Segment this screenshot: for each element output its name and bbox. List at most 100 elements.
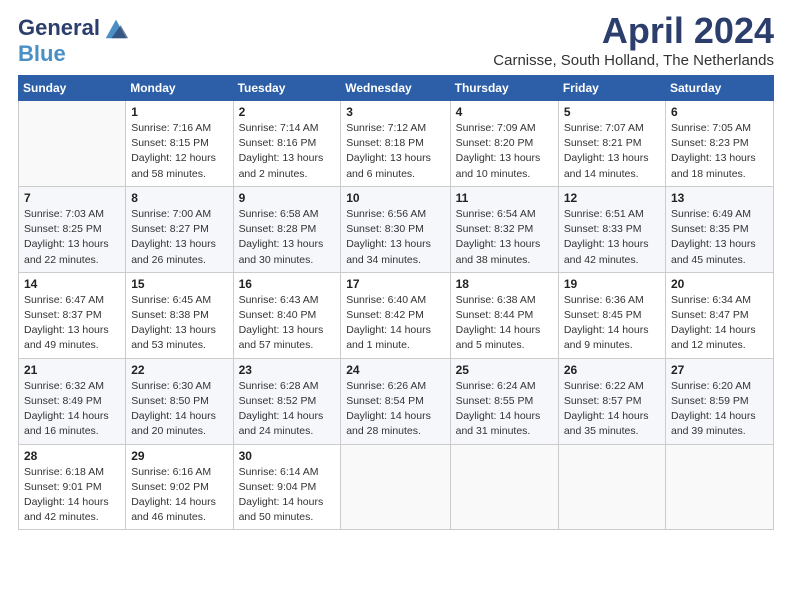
calendar-cell: 30 Sunrise: 6:14 AM Sunset: 9:04 PM Dayli…: [233, 444, 341, 530]
day-number: 21: [24, 363, 120, 377]
day-number: 30: [239, 449, 336, 463]
month-title: April 2024: [493, 10, 774, 52]
day-number: 22: [131, 363, 227, 377]
logo-icon: [102, 14, 130, 42]
weekday-header-saturday: Saturday: [666, 76, 774, 101]
day-number: 15: [131, 277, 227, 291]
day-number: 8: [131, 191, 227, 205]
calendar-cell: 3 Sunrise: 7:12 AM Sunset: 8:18 PM Daylig…: [341, 101, 450, 187]
weekday-header-monday: Monday: [126, 76, 233, 101]
calendar-cell: 7 Sunrise: 7:03 AM Sunset: 8:25 PM Daylig…: [19, 186, 126, 272]
day-number: 2: [239, 105, 336, 119]
calendar-cell: 27 Sunrise: 6:20 AM Sunset: 8:59 PM Dayli…: [666, 358, 774, 444]
day-number: 14: [24, 277, 120, 291]
day-number: 6: [671, 105, 768, 119]
header: General Blue April 2024 Carnisse, South …: [18, 10, 774, 69]
day-info: Sunrise: 6:58 AM Sunset: 8:28 PM Dayligh…: [239, 207, 336, 268]
day-info: Sunrise: 6:38 AM Sunset: 8:44 PM Dayligh…: [456, 293, 553, 354]
day-info: Sunrise: 6:16 AM Sunset: 9:02 PM Dayligh…: [131, 465, 227, 526]
day-info: Sunrise: 6:49 AM Sunset: 8:35 PM Dayligh…: [671, 207, 768, 268]
day-number: 23: [239, 363, 336, 377]
day-number: 18: [456, 277, 553, 291]
day-info: Sunrise: 6:34 AM Sunset: 8:47 PM Dayligh…: [671, 293, 768, 354]
calendar-cell: 16 Sunrise: 6:43 AM Sunset: 8:40 PM Dayli…: [233, 272, 341, 358]
day-number: 17: [346, 277, 444, 291]
day-info: Sunrise: 7:05 AM Sunset: 8:23 PM Dayligh…: [671, 121, 768, 182]
calendar-week-row: 14 Sunrise: 6:47 AM Sunset: 8:37 PM Dayli…: [19, 272, 774, 358]
calendar-header-row: SundayMondayTuesdayWednesdayThursdayFrid…: [19, 76, 774, 101]
calendar-week-row: 1 Sunrise: 7:16 AM Sunset: 8:15 PM Daylig…: [19, 101, 774, 187]
calendar-cell: [450, 444, 558, 530]
logo: General Blue: [18, 14, 130, 66]
calendar-cell: 8 Sunrise: 7:00 AM Sunset: 8:27 PM Daylig…: [126, 186, 233, 272]
day-info: Sunrise: 6:45 AM Sunset: 8:38 PM Dayligh…: [131, 293, 227, 354]
day-number: 1: [131, 105, 227, 119]
calendar-cell: 6 Sunrise: 7:05 AM Sunset: 8:23 PM Daylig…: [666, 101, 774, 187]
calendar-cell: 25Sunrise: 6:24 AM Sunset: 8:55 PM Dayli…: [450, 358, 558, 444]
calendar-cell: 1 Sunrise: 7:16 AM Sunset: 8:15 PM Daylig…: [126, 101, 233, 187]
calendar-cell: 5 Sunrise: 7:07 AM Sunset: 8:21 PM Daylig…: [558, 101, 665, 187]
calendar-cell: 23Sunrise: 6:28 AM Sunset: 8:52 PM Dayli…: [233, 358, 341, 444]
calendar-week-row: 21 Sunrise: 6:32 AM Sunset: 8:49 PM Dayli…: [19, 358, 774, 444]
day-info: Sunrise: 6:43 AM Sunset: 8:40 PM Dayligh…: [239, 293, 336, 354]
day-number: 26: [564, 363, 660, 377]
calendar-cell: 28Sunrise: 6:18 AM Sunset: 9:01 PM Dayli…: [19, 444, 126, 530]
day-number: 24: [346, 363, 444, 377]
day-info: Sunrise: 6:22 AM Sunset: 8:57 PM Dayligh…: [564, 379, 660, 440]
day-number: 7: [24, 191, 120, 205]
weekday-header-tuesday: Tuesday: [233, 76, 341, 101]
weekday-header-wednesday: Wednesday: [341, 76, 450, 101]
calendar-week-row: 28Sunrise: 6:18 AM Sunset: 9:01 PM Dayli…: [19, 444, 774, 530]
calendar-cell: 9Sunrise: 6:58 AM Sunset: 8:28 PM Daylig…: [233, 186, 341, 272]
calendar-cell: 4 Sunrise: 7:09 AM Sunset: 8:20 PM Daylig…: [450, 101, 558, 187]
weekday-header-friday: Friday: [558, 76, 665, 101]
day-number: 19: [564, 277, 660, 291]
day-info: Sunrise: 7:14 AM Sunset: 8:16 PM Dayligh…: [239, 121, 336, 182]
day-info: Sunrise: 6:32 AM Sunset: 8:49 PM Dayligh…: [24, 379, 120, 440]
day-info: Sunrise: 7:09 AM Sunset: 8:20 PM Dayligh…: [456, 121, 553, 182]
day-info: Sunrise: 7:00 AM Sunset: 8:27 PM Dayligh…: [131, 207, 227, 268]
day-number: 11: [456, 191, 553, 205]
day-info: Sunrise: 6:47 AM Sunset: 8:37 PM Dayligh…: [24, 293, 120, 354]
day-info: Sunrise: 6:26 AM Sunset: 8:54 PM Dayligh…: [346, 379, 444, 440]
day-number: 5: [564, 105, 660, 119]
calendar-cell: 10Sunrise: 6:56 AM Sunset: 8:30 PM Dayli…: [341, 186, 450, 272]
day-number: 3: [346, 105, 444, 119]
day-number: 29: [131, 449, 227, 463]
day-info: Sunrise: 6:54 AM Sunset: 8:32 PM Dayligh…: [456, 207, 553, 268]
calendar-cell: [558, 444, 665, 530]
calendar-cell: 12Sunrise: 6:51 AM Sunset: 8:33 PM Dayli…: [558, 186, 665, 272]
calendar-cell: 13 Sunrise: 6:49 AM Sunset: 8:35 PM Dayli…: [666, 186, 774, 272]
calendar: SundayMondayTuesdayWednesdayThursdayFrid…: [18, 75, 774, 530]
weekday-header-sunday: Sunday: [19, 76, 126, 101]
day-number: 4: [456, 105, 553, 119]
day-info: Sunrise: 7:12 AM Sunset: 8:18 PM Dayligh…: [346, 121, 444, 182]
day-number: 13: [671, 191, 768, 205]
calendar-cell: 19 Sunrise: 6:36 AM Sunset: 8:45 PM Dayli…: [558, 272, 665, 358]
calendar-cell: [19, 101, 126, 187]
day-number: 12: [564, 191, 660, 205]
calendar-cell: 21 Sunrise: 6:32 AM Sunset: 8:49 PM Dayli…: [19, 358, 126, 444]
calendar-cell: [341, 444, 450, 530]
calendar-cell: 15 Sunrise: 6:45 AM Sunset: 8:38 PM Dayli…: [126, 272, 233, 358]
calendar-cell: 22 Sunrise: 6:30 AM Sunset: 8:50 PM Dayli…: [126, 358, 233, 444]
day-info: Sunrise: 6:40 AM Sunset: 8:42 PM Dayligh…: [346, 293, 444, 354]
day-info: Sunrise: 6:14 AM Sunset: 9:04 PM Dayligh…: [239, 465, 336, 526]
weekday-header-thursday: Thursday: [450, 76, 558, 101]
calendar-cell: 24 Sunrise: 6:26 AM Sunset: 8:54 PM Dayli…: [341, 358, 450, 444]
day-number: 27: [671, 363, 768, 377]
day-info: Sunrise: 6:30 AM Sunset: 8:50 PM Dayligh…: [131, 379, 227, 440]
day-number: 16: [239, 277, 336, 291]
calendar-week-row: 7 Sunrise: 7:03 AM Sunset: 8:25 PM Daylig…: [19, 186, 774, 272]
day-info: Sunrise: 7:16 AM Sunset: 8:15 PM Dayligh…: [131, 121, 227, 182]
day-info: Sunrise: 6:20 AM Sunset: 8:59 PM Dayligh…: [671, 379, 768, 440]
day-info: Sunrise: 6:56 AM Sunset: 8:30 PM Dayligh…: [346, 207, 444, 268]
day-number: 28: [24, 449, 120, 463]
page: General Blue April 2024 Carnisse, South …: [0, 0, 792, 540]
calendar-cell: 29 Sunrise: 6:16 AM Sunset: 9:02 PM Dayli…: [126, 444, 233, 530]
day-info: Sunrise: 6:36 AM Sunset: 8:45 PM Dayligh…: [564, 293, 660, 354]
subtitle: Carnisse, South Holland, The Netherlands: [493, 52, 774, 69]
day-info: Sunrise: 6:24 AM Sunset: 8:55 PM Dayligh…: [456, 379, 553, 440]
day-info: Sunrise: 7:07 AM Sunset: 8:21 PM Dayligh…: [564, 121, 660, 182]
day-info: Sunrise: 7:03 AM Sunset: 8:25 PM Dayligh…: [24, 207, 120, 268]
